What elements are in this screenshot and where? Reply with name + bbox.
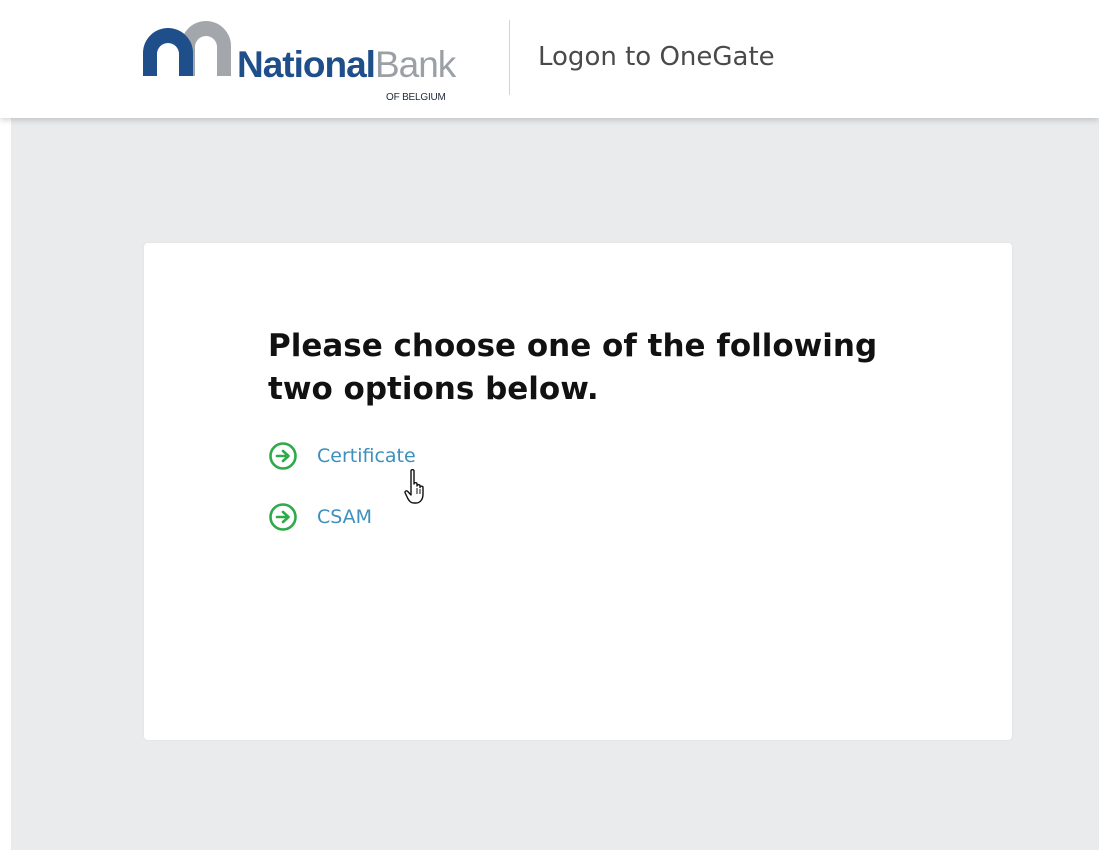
csam-option-label: CSAM xyxy=(317,506,373,528)
nbb-arch-logo-icon xyxy=(143,21,231,76)
logo-wordmark: NationalBank xyxy=(237,44,456,85)
certificate-option-label: Certificate xyxy=(317,445,416,467)
page-title: Logon to OneGate xyxy=(538,42,775,72)
top-header: NationalBank OF BELGIUM Logon to OneGate xyxy=(0,0,1099,118)
logo-bank: Bank xyxy=(374,44,456,85)
certificate-option-link[interactable]: Certificate xyxy=(268,439,416,473)
csam-option-link[interactable]: CSAM xyxy=(268,500,372,534)
arrow-right-circle-icon xyxy=(269,503,297,531)
options-heading: Please choose one of the following two o… xyxy=(268,328,878,407)
logo-national: National xyxy=(237,44,376,85)
logo-subtitle: OF BELGIUM xyxy=(386,92,446,103)
login-options-card: Please choose one of the following two o… xyxy=(144,243,1012,740)
arrow-right-circle-icon xyxy=(269,442,297,470)
national-bank-logo[interactable]: NationalBank OF BELGIUM xyxy=(141,10,481,105)
header-divider xyxy=(509,20,510,95)
